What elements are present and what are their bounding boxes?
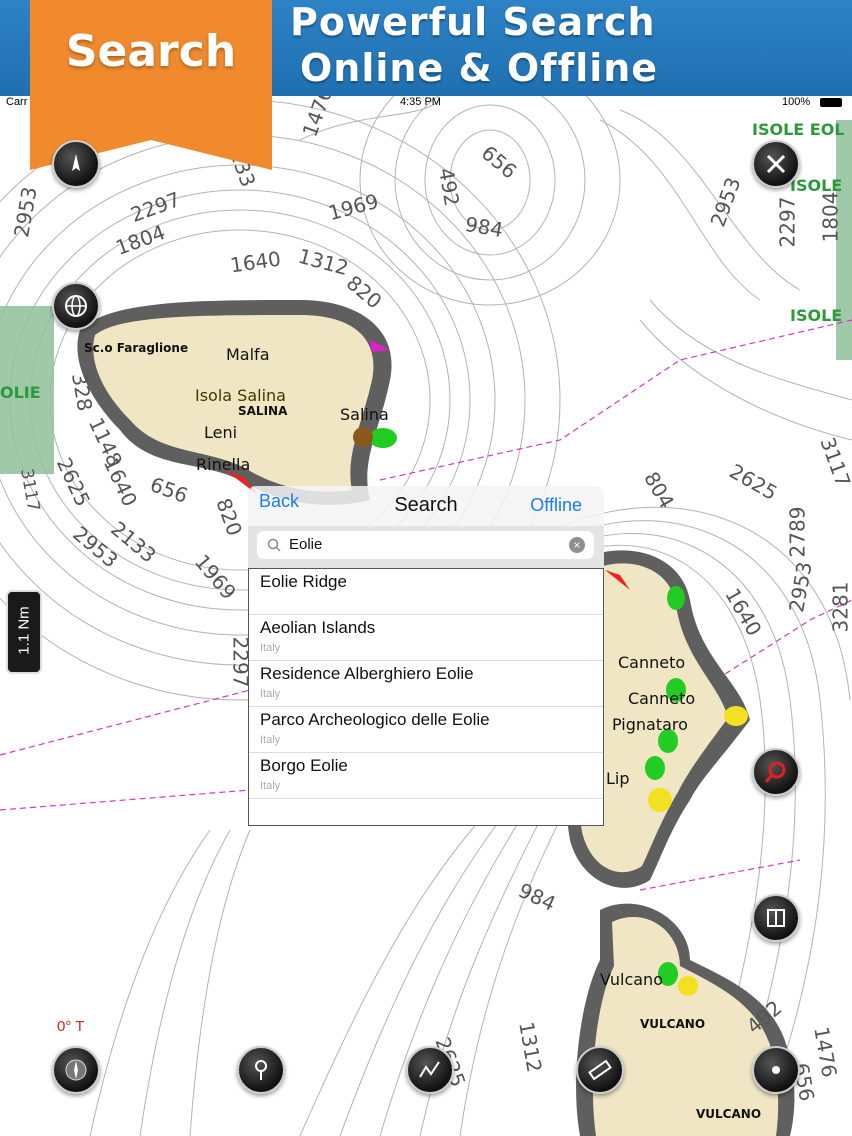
- globe-button[interactable]: [52, 282, 100, 330]
- search-bar: Eolie ×: [248, 526, 604, 568]
- list-item[interactable]: Aeolian Islands Italy: [249, 615, 603, 661]
- list-item[interactable]: Borgo Eolie Italy: [249, 753, 603, 799]
- heading-readout: 0° T: [57, 1018, 85, 1035]
- result-subtitle: Italy: [260, 734, 281, 746]
- tools-button[interactable]: [752, 140, 800, 188]
- compass-nav-button[interactable]: [52, 140, 100, 188]
- list-item[interactable]: Eolie Ridge: [249, 569, 603, 615]
- ruler-icon: [588, 1059, 612, 1081]
- list-item[interactable]: Parco Archeologico delle Eolie Italy: [249, 707, 603, 753]
- results-list: Eolie Ridge Aeolian Islands Italy Reside…: [248, 568, 604, 826]
- result-title: Aeolian Islands: [260, 618, 376, 637]
- place-label: Salina: [340, 405, 389, 424]
- depth-label: 2297: [775, 196, 800, 248]
- depth-label: 3281: [828, 581, 852, 633]
- book-icon: [767, 909, 785, 927]
- place-label: VULCANO: [696, 1107, 762, 1121]
- result-subtitle: Italy: [260, 688, 281, 700]
- tools-icon: [766, 154, 786, 174]
- search-icon: [267, 538, 281, 552]
- clock: 4:35 PM: [400, 96, 441, 108]
- result-title: Borgo Eolie: [260, 756, 348, 775]
- compass-nav-icon: [72, 154, 80, 171]
- place-label: VULCANO: [640, 1017, 706, 1031]
- place-label: Leni: [204, 423, 238, 442]
- result-title: Parco Archeologico delle Eolie: [260, 710, 490, 729]
- pin-icon: [255, 1060, 267, 1080]
- place-label: Canneto: [618, 653, 686, 672]
- scale-label: 1.1 Nm: [15, 606, 33, 655]
- banner-title-line1: Powerful Search: [290, 0, 656, 44]
- offline-button[interactable]: Offline: [530, 495, 582, 516]
- zone-label: ISOLE: [790, 176, 843, 195]
- location-button[interactable]: [752, 1046, 800, 1094]
- popover-header: Back Search Offline: [248, 486, 604, 526]
- zone-label: ISOLE: [790, 306, 843, 325]
- result-title: Residence Alberghiero Eolie: [260, 664, 474, 683]
- place-label: SALINA: [238, 404, 288, 418]
- result-subtitle: Italy: [260, 780, 281, 792]
- result-title: Eolie Ridge: [260, 572, 347, 591]
- search-input-value: Eolie: [289, 536, 323, 553]
- place-label: Sc.o Faraglione: [84, 341, 189, 355]
- compass-rose-button[interactable]: [52, 1046, 100, 1094]
- search-map-button[interactable]: [752, 748, 800, 796]
- place-label: Rinella: [196, 455, 251, 474]
- ruler-button[interactable]: [576, 1046, 624, 1094]
- result-subtitle: Italy: [260, 642, 281, 654]
- place-label: Canneto: [628, 689, 696, 708]
- banner-title-line2: Online & Offline: [300, 46, 659, 90]
- zone-label: ISOLE EOL: [752, 120, 845, 139]
- location-icon: [772, 1066, 780, 1074]
- list-item[interactable]: Residence Alberghiero Eolie Italy: [249, 661, 603, 707]
- search-ribbon-label: Search: [65, 26, 237, 77]
- battery-percent: 100%: [782, 96, 811, 108]
- depth-label: 2789: [785, 506, 810, 558]
- globe-icon: [65, 295, 87, 317]
- place-label: Isola Salina: [195, 386, 286, 405]
- place-label: Malfa: [226, 345, 270, 364]
- scale-bar: 1.1 Nm: [6, 590, 42, 674]
- search-popover: Back Search Offline Eolie × Eolie Ridge …: [248, 486, 604, 826]
- route-button[interactable]: [406, 1046, 454, 1094]
- book-button[interactable]: [752, 894, 800, 942]
- depth-label: 1804: [818, 191, 843, 243]
- clear-search-icon[interactable]: ×: [569, 537, 585, 553]
- place-label: Lip: [606, 769, 630, 788]
- carrier-label: Carr: [6, 96, 28, 108]
- place-label: Vulcano: [600, 970, 663, 989]
- zone-label: OLIE: [0, 383, 41, 402]
- compass-rose-icon: [65, 1059, 87, 1081]
- search-input[interactable]: Eolie ×: [257, 531, 594, 559]
- place-label: Pignataro: [612, 715, 688, 734]
- pin-button[interactable]: [237, 1046, 285, 1094]
- search-magnifier-icon: [764, 761, 786, 783]
- battery-icon: [820, 98, 842, 107]
- route-icon: [419, 1061, 440, 1078]
